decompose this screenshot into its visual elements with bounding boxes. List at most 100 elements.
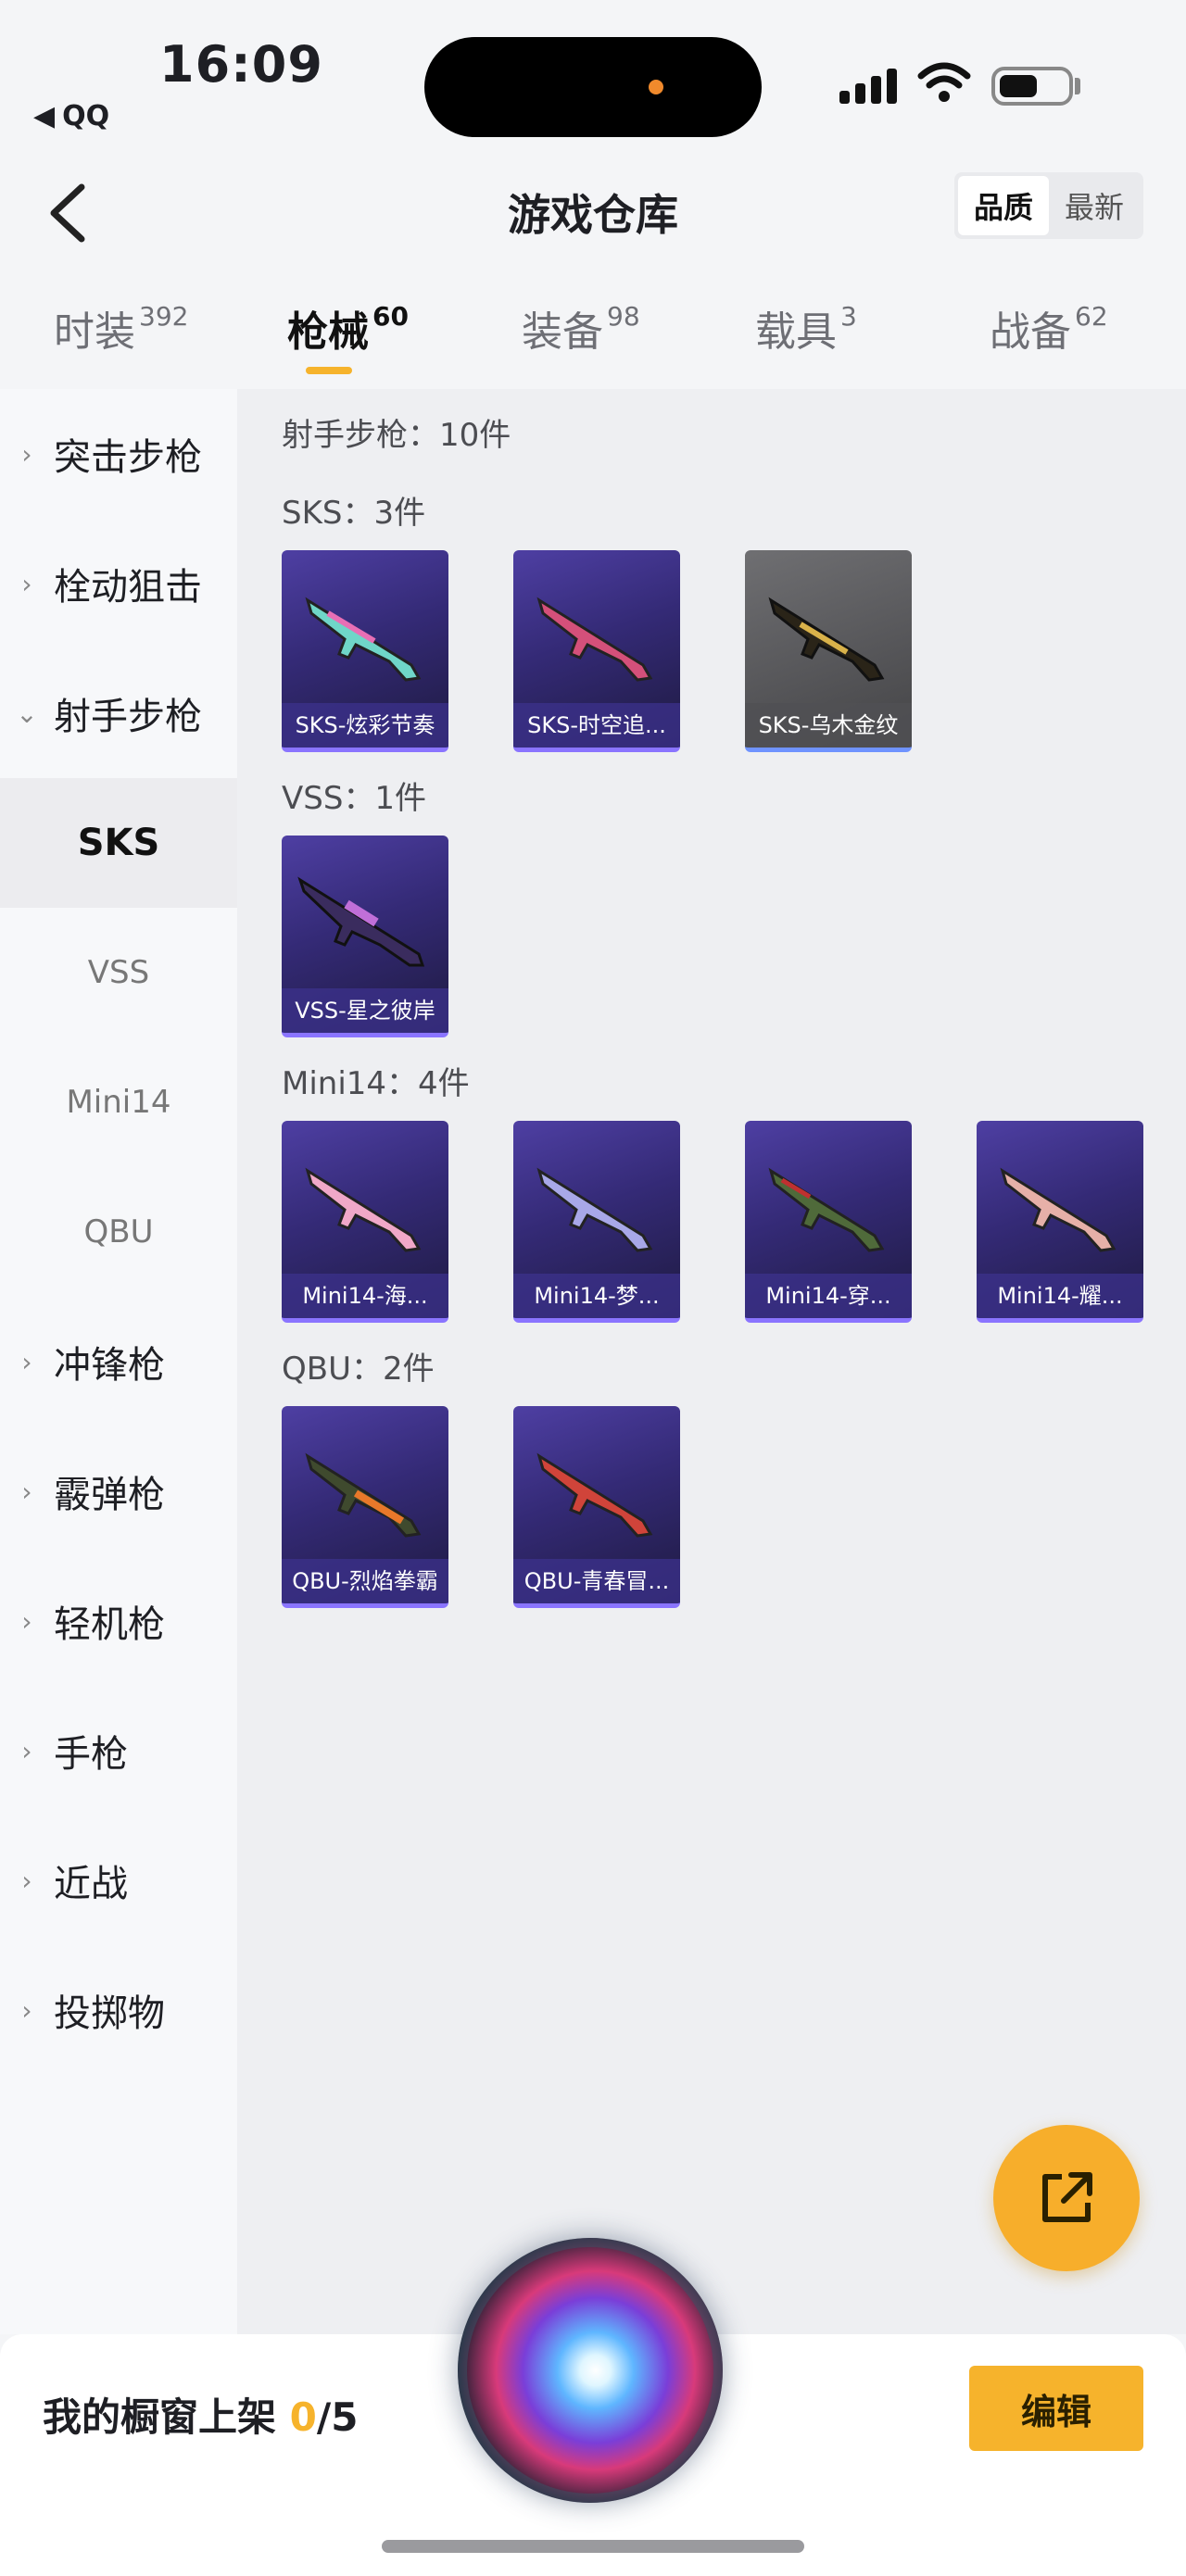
rifle-skin-icon [297,876,425,967]
tab-label: 装备 [522,308,603,356]
share-external-icon [1042,2172,1092,2222]
item-card-label: Mini14-梦... [513,1274,680,1318]
sidebar-item-label: 投掷物 [54,1992,165,2035]
rifle-skin-icon [305,1167,422,1252]
back-to-app-link[interactable]: ◀ QQ [33,100,109,132]
item-card-qbu-2[interactable]: QBU-青春冒... [513,1406,680,1608]
tab-gear[interactable]: 装备 98 [522,298,640,358]
item-card-label: QBU-烈焰拳霸 [282,1559,448,1603]
dynamic-island [424,37,762,137]
item-card-label: QBU-青春冒... [513,1559,680,1603]
wifi-icon [917,62,971,102]
sidebar-item-label: 轻机枪 [54,1603,165,1646]
tab-count: 98 [607,301,640,332]
group-heading-qbu: QBU：2件 [282,1351,435,1388]
chevron-right-icon: › [21,1865,32,1896]
chevron-right-icon: › [21,438,32,470]
sidebar-subitem-mini14[interactable]: Mini14 [0,1037,237,1167]
tab-vehicles[interactable]: 载具 3 [755,298,857,358]
item-card-label: VSS-星之彼岸 [282,988,448,1033]
sidebar-item-marksman-rifle[interactable]: ⌄ 射手步枪 [0,648,237,778]
rifle-skin-icon [536,1167,653,1252]
group-heading-sks: SKS：3件 [282,495,426,532]
tab-fashion[interactable]: 时装 392 [54,298,188,358]
weapon-type-sidebar: › 突击步枪 › 栓动狙击 ⌄ 射手步枪 SKS VSS Mini14 QBU › 冲锋… [0,389,237,2334]
back-app-label: QQ [62,100,110,132]
sidebar-item-pistol[interactable]: › 手枪 [0,1686,237,1816]
item-grid-panel: 射手步枪：10件 SKS：3件 SKS-炫彩节奏 SKS-时空追... SKS-… [237,389,1186,2334]
item-card-sks-3[interactable]: SKS-乌木金纹 [745,550,912,752]
item-card-mini14-4[interactable]: Mini14-耀... [977,1121,1143,1323]
status-time: 16:09 [159,35,323,94]
tab-guns[interactable]: 枪械 60 [287,298,409,358]
category-heading: 射手步枪：10件 [282,417,511,454]
tab-label: 枪械 [287,308,369,356]
group-heading-vss: VSS：1件 [282,780,427,817]
sidebar-item-label: 射手步枪 [54,696,202,738]
tab-count: 392 [139,301,189,332]
item-card-label: Mini14-海... [282,1274,448,1318]
siri-orb[interactable] [458,2238,723,2503]
tab-count: 60 [372,301,409,332]
sort-quality-button[interactable]: 品质 [958,176,1049,235]
item-card-sks-1[interactable]: SKS-炫彩节奏 [282,550,448,752]
group-heading-mini14: Mini14：4件 [282,1065,470,1102]
chevron-right-icon: › [21,1735,32,1766]
sidebar-item-smg[interactable]: › 冲锋枪 [0,1297,237,1426]
chevron-right-icon: › [21,1476,32,1507]
sort-toggle: 品质 最新 [954,172,1143,239]
category-tabs: 时装 392 枪械 60 装备 98 载具 3 战备 62 [0,278,1186,389]
chevron-right-icon: › [21,1994,32,2026]
sidebar-item-label: 冲锋枪 [54,1344,165,1387]
sidebar-item-lmg[interactable]: › 轻机枪 [0,1556,237,1686]
sidebar-subitem-qbu[interactable]: QBU [0,1167,237,1297]
chevron-right-icon: › [21,1605,32,1637]
sidebar-item-label: 栓动狙击 [54,566,202,609]
item-card-vss-1[interactable]: VSS-星之彼岸 [282,836,448,1037]
edit-button[interactable]: 编辑 [969,2366,1143,2451]
tab-label: 载具 [755,308,837,356]
battery-icon [991,67,1073,106]
item-card-mini14-2[interactable]: Mini14-梦... [513,1121,680,1323]
item-card-mini14-3[interactable]: Mini14-穿... [745,1121,912,1323]
sidebar-item-bolt-sniper[interactable]: › 栓动狙击 [0,519,237,648]
tab-label: 战备 [990,308,1071,356]
rifle-skin-icon [768,597,885,682]
item-card-label: SKS-时空追... [513,703,680,748]
sort-newest-button[interactable]: 最新 [1049,176,1140,235]
sidebar-item-shotgun[interactable]: › 霰弹枪 [0,1426,237,1556]
sidebar-subitem-sks[interactable]: SKS [0,778,237,908]
tab-label: 时装 [54,308,135,356]
tab-count: 3 [840,301,857,332]
home-indicator[interactable] [382,2540,804,2553]
rifle-skin-icon [1000,1167,1117,1252]
tab-count: 62 [1075,301,1108,332]
item-card-label: Mini14-耀... [977,1274,1143,1318]
share-floating-button[interactable] [993,2125,1140,2271]
sidebar-item-melee[interactable]: › 近战 [0,1816,237,1945]
item-card-label: Mini14-穿... [745,1274,912,1318]
chevron-right-icon: › [21,1346,32,1377]
privacy-dot [649,80,663,94]
sidebar-item-label: 近战 [54,1863,128,1905]
shelf-label: 我的橱窗上架 [43,2394,290,2440]
item-card-label: SKS-炫彩节奏 [282,703,448,748]
sidebar-item-label: 突击步枪 [54,436,202,479]
cellular-signal-icon [839,67,897,104]
item-card-qbu-1[interactable]: QBU-烈焰拳霸 [282,1406,448,1608]
sidebar-subitem-vss[interactable]: VSS [0,908,237,1037]
tab-supplies[interactable]: 战备 62 [990,298,1108,358]
showcase-shelf-status: 我的橱窗上架 0/5 [43,2386,358,2443]
sidebar-item-label: 手枪 [54,1733,128,1776]
rifle-skin-icon [305,597,422,682]
item-card-sks-2[interactable]: SKS-时空追... [513,550,680,752]
sidebar-item-throwable[interactable]: › 投掷物 [0,1945,237,2075]
back-triangle-icon: ◀ [33,100,56,132]
status-bar: 16:09 ◀ QQ [0,0,1186,148]
chevron-down-icon: ⌄ [16,697,38,729]
rifle-skin-icon [536,1452,653,1538]
shelf-count: 0 [289,2394,317,2440]
rifle-skin-icon [768,1167,885,1252]
item-card-mini14-1[interactable]: Mini14-海... [282,1121,448,1323]
sidebar-item-assault-rifle[interactable]: › 突击步枪 [0,389,237,519]
